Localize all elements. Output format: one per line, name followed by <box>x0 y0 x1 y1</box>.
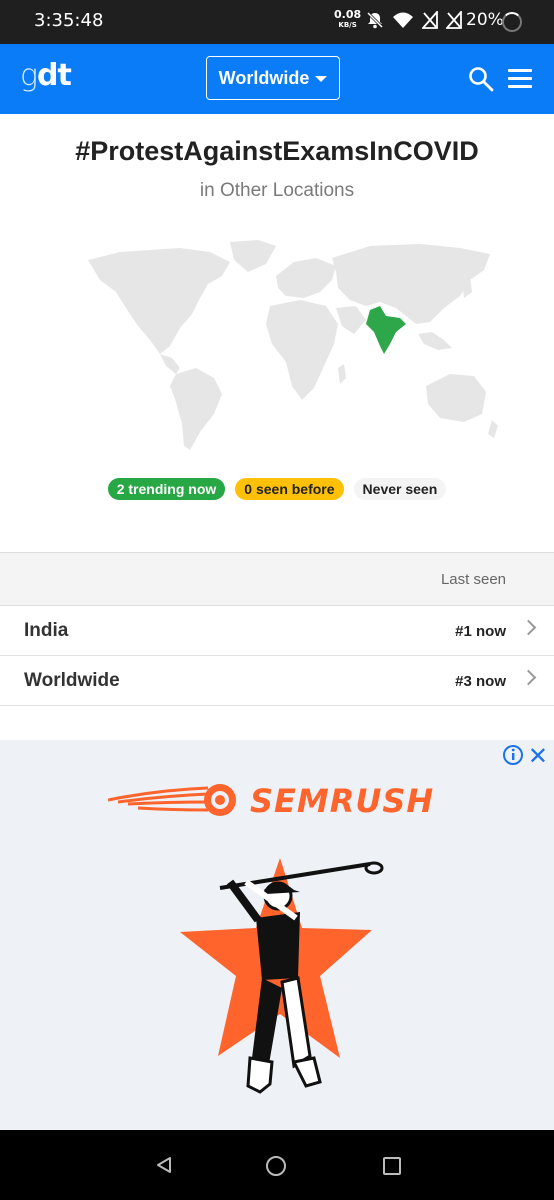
south-america-shape <box>170 368 222 450</box>
location-rank: #3 now <box>455 673 506 690</box>
recent-apps-icon[interactable] <box>383 1157 401 1175</box>
region-dropdown-label: Worldwide <box>218 67 310 88</box>
status-icons <box>366 11 462 29</box>
search-icon[interactable] <box>468 66 494 92</box>
advertisement[interactable]: ✕ SEMRUSH <box>0 740 554 1130</box>
europe-shape <box>276 258 336 298</box>
seen-before-badge: 0 seen before <box>235 478 344 500</box>
north-america-shape <box>88 248 230 354</box>
ad-brand-name: SEMRUSH <box>250 782 435 820</box>
caret-down-icon <box>315 76 328 82</box>
wifi-icon <box>393 12 413 28</box>
trending-badge: 2 trending now <box>107 478 226 500</box>
world-map <box>88 240 498 450</box>
table-row[interactable]: India #1 now <box>0 606 554 656</box>
network-speed: 0.08 KB/S <box>334 9 361 31</box>
madagascar-shape <box>338 364 346 384</box>
system-navigation-bar <box>0 1130 554 1200</box>
app-header: gdt Worldwide <box>0 44 554 114</box>
logo-bold-part: dt <box>37 58 72 93</box>
page-subtitle: in Other Locations <box>199 180 355 201</box>
bell-muted-icon <box>366 11 384 29</box>
table-row[interactable]: Worldwide #3 now <box>0 656 554 706</box>
clock: 3:35:48 <box>34 10 104 31</box>
home-icon[interactable] <box>266 1156 286 1176</box>
greenland-shape <box>230 240 276 272</box>
table-header: Last seen <box>0 552 554 606</box>
southeast-asia-shape <box>418 332 452 350</box>
site-logo[interactable]: gdt <box>20 58 72 93</box>
logo-light-part: g <box>20 58 38 93</box>
location-rank: #1 now <box>455 623 506 640</box>
ad-close-icon[interactable]: ✕ <box>528 742 548 770</box>
last-seen-column-header: Last seen <box>440 571 506 588</box>
battery-level: 20% <box>466 10 504 30</box>
arabia-shape <box>336 306 366 334</box>
signal-off-icon-2 <box>446 11 462 29</box>
chevron-right-icon <box>520 619 537 636</box>
golfer-illustration <box>180 858 384 1094</box>
back-icon[interactable] <box>155 1156 173 1174</box>
location-name: India <box>24 620 69 641</box>
location-name: Worldwide <box>24 670 120 691</box>
hamburger-menu-icon[interactable] <box>508 69 532 89</box>
battery-icon <box>502 12 522 32</box>
semrush-logo-icon <box>108 784 236 816</box>
africa-shape <box>266 300 338 400</box>
network-speed-unit: KB/S <box>338 21 357 29</box>
australia-shape <box>426 374 486 422</box>
chevron-right-icon <box>520 669 537 686</box>
signal-off-icon <box>422 11 438 29</box>
status-bar: 3:35:48 0.08 KB/S 20% <box>0 0 554 44</box>
page-title: #ProtestAgainstExamsInCOVID <box>75 136 479 166</box>
india-highlight-shape <box>366 306 406 354</box>
never-seen-badge: Never seen <box>353 478 447 500</box>
status-legend: 2 trending now 0 seen before Never seen <box>0 478 554 500</box>
central-america-shape <box>160 354 180 374</box>
region-dropdown[interactable]: Worldwide <box>206 56 340 100</box>
ad-info-icon[interactable] <box>502 744 524 766</box>
new-zealand-shape <box>488 420 498 438</box>
